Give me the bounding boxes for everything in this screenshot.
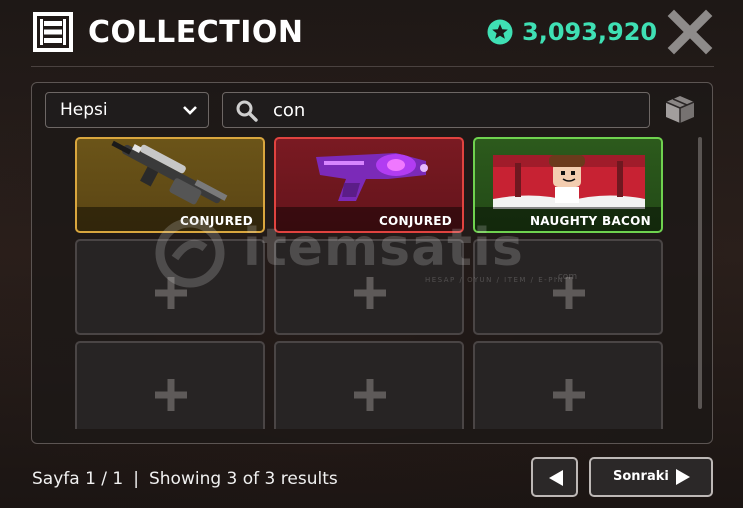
search-icon xyxy=(236,100,258,122)
empty-slot[interactable] xyxy=(274,239,464,335)
purple-blaster-icon xyxy=(316,153,428,201)
item-name: NAUGHTY BACON xyxy=(529,214,651,228)
page-indicator: Sayfa 1 / 1 xyxy=(32,469,124,489)
scrollbar[interactable] xyxy=(698,137,702,409)
arrow-right-icon xyxy=(676,469,690,485)
empty-slot[interactable] xyxy=(75,341,265,429)
star-coin-icon xyxy=(487,19,513,45)
top-bar: COLLECTION 3,093,920 xyxy=(0,0,743,68)
crate-icon[interactable] xyxy=(662,92,698,126)
item-name: CONJURED xyxy=(179,214,253,228)
next-page-button[interactable]: Sonraki xyxy=(589,457,713,497)
category-selected-value: Hepsi xyxy=(60,100,108,120)
plus-icon xyxy=(155,379,187,411)
chevron-down-icon xyxy=(183,106,197,115)
empty-slot[interactable] xyxy=(75,239,265,335)
pagination-info: Sayfa 1 / 1 | Showing 3 of 3 results xyxy=(32,466,338,492)
item-slot[interactable]: CONJURED xyxy=(75,137,265,233)
footer-separator: | xyxy=(133,469,139,489)
empty-slot[interactable] xyxy=(473,239,663,335)
empty-slot[interactable] xyxy=(473,341,663,429)
next-page-label: Sonraki xyxy=(613,469,669,484)
collection-icon xyxy=(33,12,73,52)
plus-icon xyxy=(155,277,187,309)
currency-balance: 3,093,920 xyxy=(522,18,658,46)
item-name: CONJURED xyxy=(378,214,452,228)
bacon-character-icon xyxy=(493,155,645,209)
previous-page-button[interactable] xyxy=(531,457,578,497)
search-input[interactable] xyxy=(273,95,633,125)
item-slot[interactable]: NAUGHTY BACON xyxy=(473,137,663,233)
header-divider xyxy=(31,66,714,67)
item-grid: CONJURED CONJURED NAUGHTY BACON xyxy=(75,137,665,429)
category-dropdown[interactable]: Hepsi xyxy=(45,92,209,128)
sniper-rifle-icon xyxy=(111,140,228,205)
arrow-left-icon xyxy=(549,470,563,486)
page-title: COLLECTION xyxy=(88,15,304,50)
plus-icon xyxy=(354,277,386,309)
empty-slot[interactable] xyxy=(274,341,464,429)
close-icon[interactable] xyxy=(667,9,713,55)
plus-icon xyxy=(354,379,386,411)
plus-icon xyxy=(553,379,585,411)
results-count: Showing 3 of 3 results xyxy=(148,469,338,489)
item-slot[interactable]: CONJURED xyxy=(274,137,464,233)
search-box[interactable] xyxy=(222,92,650,128)
plus-icon xyxy=(553,277,585,309)
